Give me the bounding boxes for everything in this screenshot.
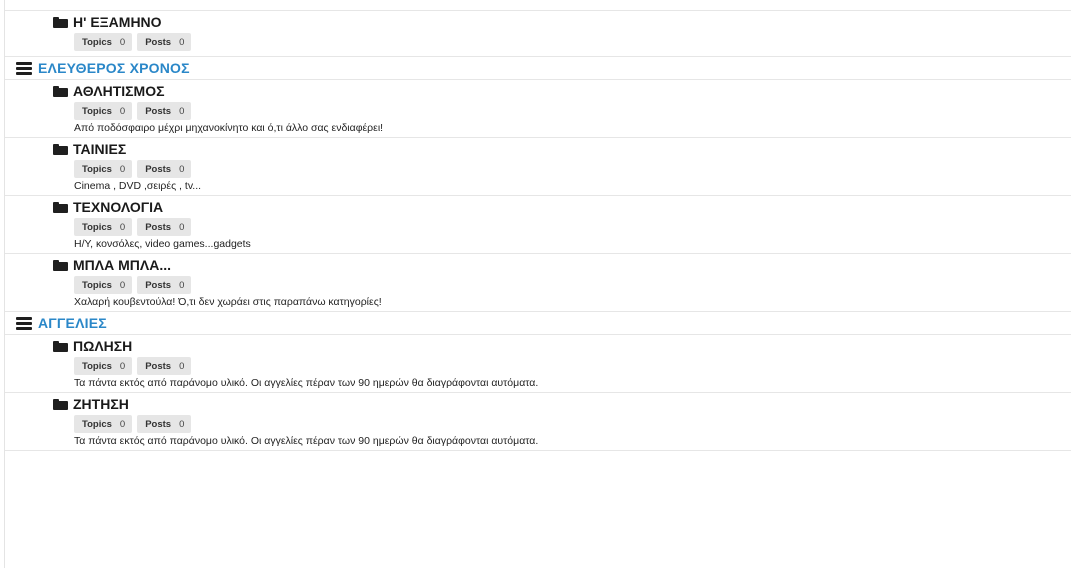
posts-count: 0	[179, 36, 185, 48]
topics-count: 0	[119, 163, 126, 175]
posts-label: Posts	[145, 360, 172, 372]
forum-stats: Topics 0 Posts 0	[74, 102, 1071, 120]
forum-title-link[interactable]: ΖΗΤΗΣΗ	[73, 396, 129, 412]
posts-count: 0	[179, 360, 185, 372]
forum-title-link[interactable]: Η' ΕΞΑΜΗΝΟ	[73, 14, 162, 30]
category-header-eleftheros-xronos: ΕΛΕΥΘΕΡΟΣ ΧΡΟΝΟΣ	[5, 57, 1071, 80]
folder-icon	[53, 143, 68, 155]
forum-item-texnologia: ΤΕΧΝΟΛΟΓΙΑ Topics 0 Posts 0 Η/Υ, κονσόλε…	[5, 196, 1071, 254]
posts-count: 0	[179, 221, 185, 233]
topics-label: Topics	[82, 221, 112, 233]
topics-label: Topics	[82, 418, 112, 430]
folder-icon	[53, 85, 68, 97]
hamburger-icon	[16, 61, 32, 75]
forum-title-link[interactable]: ΠΩΛΗΣΗ	[73, 338, 132, 354]
posts-label: Posts	[145, 36, 172, 48]
posts-label: Posts	[145, 105, 172, 117]
topics-count: 0	[119, 360, 126, 372]
posts-label: Posts	[145, 163, 172, 175]
folder-icon	[53, 201, 68, 213]
posts-badge: Posts 0	[137, 276, 192, 294]
posts-badge: Posts 0	[137, 357, 192, 375]
forum-index-page: Η' ΕΞΑΜΗΝΟ Topics 0 Posts 0 ΕΛΕΥΘΕΡΟΣ ΧΡ…	[0, 0, 1071, 568]
posts-badge: Posts 0	[137, 160, 192, 178]
forum-stats: Topics 0 Posts 0	[74, 160, 1071, 178]
topics-label: Topics	[82, 36, 112, 48]
forum-item-h-examino: Η' ΕΞΑΜΗΝΟ Topics 0 Posts 0	[5, 11, 1071, 57]
folder-icon	[53, 259, 68, 271]
posts-label: Posts	[145, 418, 172, 430]
folder-icon	[53, 398, 68, 410]
forum-title-link[interactable]: ΤΑΙΝΙΕΣ	[73, 141, 126, 157]
forum-head: ΖΗΤΗΣΗ	[53, 393, 1071, 412]
topics-badge: Topics 0	[74, 102, 133, 120]
forum-item-mpla-mpla: ΜΠΛΑ ΜΠΛΑ... Topics 0 Posts 0 Χαλαρή κου…	[5, 254, 1071, 312]
forum-description: Τα πάντα εκτός από παράνομο υλικό. Οι αγ…	[74, 435, 539, 447]
forum-item-zitisi: ΖΗΤΗΣΗ Topics 0 Posts 0 Τα πάντα εκτός α…	[5, 393, 1071, 451]
posts-label: Posts	[145, 221, 172, 233]
forum-item-tainies: ΤΑΙΝΙΕΣ Topics 0 Posts 0 Cinema , DVD ,σ…	[5, 138, 1071, 196]
topics-count: 0	[119, 105, 126, 117]
folder-icon	[53, 340, 68, 352]
topics-count: 0	[119, 279, 126, 291]
category-header-aggelies: ΑΓΓΕΛΙΕΣ	[5, 312, 1071, 335]
topics-count: 0	[119, 221, 126, 233]
topics-count: 0	[119, 418, 126, 430]
forum-stats: Topics 0 Posts 0	[74, 218, 1071, 236]
forum-title-link[interactable]: ΤΕΧΝΟΛΟΓΙΑ	[73, 199, 163, 215]
posts-label: Posts	[145, 279, 172, 291]
forum-head: Η' ΕΞΑΜΗΝΟ	[53, 11, 1071, 30]
folder-icon	[53, 16, 68, 28]
forum-title-link[interactable]: ΑΘΛΗΤΙΣΜΟΣ	[73, 83, 165, 99]
forum-head: ΠΩΛΗΣΗ	[53, 335, 1071, 354]
forum-head: ΤΑΙΝΙΕΣ	[53, 138, 1071, 157]
posts-badge: Posts 0	[137, 218, 192, 236]
topics-label: Topics	[82, 163, 112, 175]
topics-label: Topics	[82, 105, 112, 117]
category-title-link[interactable]: ΑΓΓΕΛΙΕΣ	[38, 315, 107, 331]
forum-title-link[interactable]: ΜΠΛΑ ΜΠΛΑ...	[73, 257, 171, 273]
topics-badge: Topics 0	[74, 33, 133, 51]
topics-badge: Topics 0	[74, 415, 133, 433]
posts-badge: Posts 0	[137, 415, 192, 433]
hamburger-icon	[16, 316, 32, 330]
posts-count: 0	[179, 163, 185, 175]
forum-stats: Topics 0 Posts 0	[74, 33, 1071, 51]
forum-description: Τα πάντα εκτός από παράνομο υλικό. Οι αγ…	[74, 377, 539, 389]
topics-badge: Topics 0	[74, 218, 133, 236]
forum-head: ΤΕΧΝΟΛΟΓΙΑ	[53, 196, 1071, 215]
forum-stats: Topics 0 Posts 0	[74, 357, 1071, 375]
forum-item-athlitismos: ΑΘΛΗΤΙΣΜΟΣ Topics 0 Posts 0 Από ποδόσφαι…	[5, 80, 1071, 138]
posts-count: 0	[179, 105, 185, 117]
posts-count: 0	[179, 418, 185, 430]
forum-description: Χαλαρή κουβεντούλα! Ό,τι δεν χωράει στις…	[74, 296, 382, 308]
posts-count: 0	[179, 279, 185, 291]
forum-stats: Topics 0 Posts 0	[74, 276, 1071, 294]
forum-stats: Topics 0 Posts 0	[74, 415, 1071, 433]
topics-badge: Topics 0	[74, 276, 133, 294]
topics-label: Topics	[82, 360, 112, 372]
posts-badge: Posts 0	[137, 33, 192, 51]
category-title-link[interactable]: ΕΛΕΥΘΕΡΟΣ ΧΡΟΝΟΣ	[38, 60, 190, 76]
topics-badge: Topics 0	[74, 357, 133, 375]
topics-count: 0	[119, 36, 126, 48]
posts-badge: Posts 0	[137, 102, 192, 120]
topics-label: Topics	[82, 279, 112, 291]
forum-description: Από ποδόσφαιρο μέχρι μηχανοκίνητο και ό,…	[74, 122, 384, 134]
forum-item-polisi: ΠΩΛΗΣΗ Topics 0 Posts 0 Τα πάντα εκτός α…	[5, 335, 1071, 393]
forum-head: ΑΘΛΗΤΙΣΜΟΣ	[53, 80, 1071, 99]
forum-list: Η' ΕΞΑΜΗΝΟ Topics 0 Posts 0 ΕΛΕΥΘΕΡΟΣ ΧΡ…	[5, 0, 1071, 451]
forum-head: ΜΠΛΑ ΜΠΛΑ...	[53, 254, 1071, 273]
forum-description: Η/Υ, κονσόλες, video games...gadgets	[74, 238, 251, 250]
topics-badge: Topics 0	[74, 160, 133, 178]
forum-description: Cinema , DVD ,σειρές , tv...	[74, 180, 202, 192]
